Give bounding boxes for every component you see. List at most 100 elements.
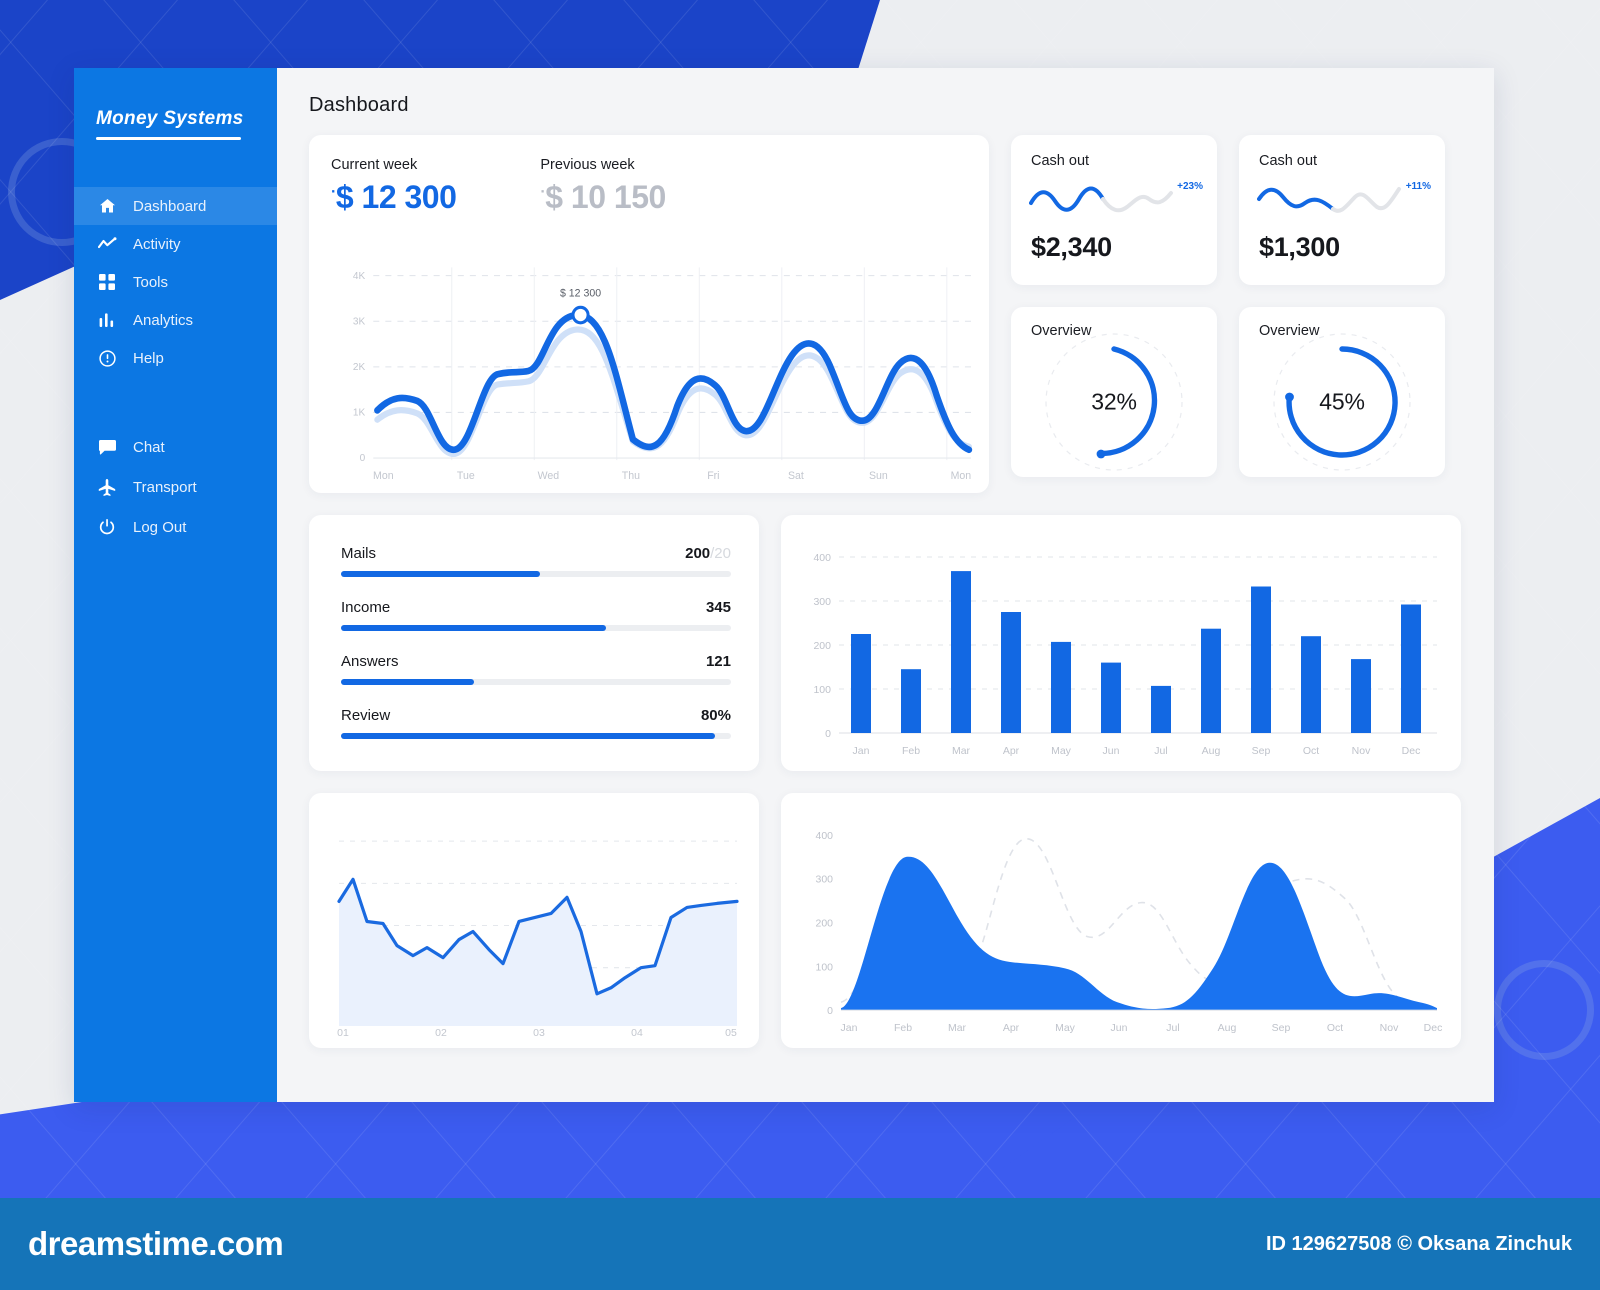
svg-text:Sun: Sun bbox=[869, 470, 888, 482]
page-title: Dashboard bbox=[309, 94, 409, 116]
sidebar-item-transport[interactable]: Transport bbox=[74, 467, 277, 507]
metrics-progress-card: Mails 200/20 Income 345 Answers 121 Revi… bbox=[309, 515, 759, 771]
svg-text:400: 400 bbox=[815, 831, 833, 842]
sidebar-item-analytics[interactable]: Analytics bbox=[74, 301, 277, 339]
svg-text:Apr: Apr bbox=[1003, 745, 1020, 757]
progress-item-mails: Mails 200/20 bbox=[341, 545, 731, 577]
svg-text:Feb: Feb bbox=[894, 1023, 912, 1034]
previous-week-label: Previous week bbox=[540, 157, 635, 173]
svg-text:Nov: Nov bbox=[1380, 1023, 1399, 1034]
svg-text:Jul: Jul bbox=[1166, 1023, 1179, 1034]
current-week-amount: ·$ 12 300 bbox=[331, 181, 457, 213]
progress-label: Income bbox=[341, 599, 391, 616]
progress-track[interactable] bbox=[341, 679, 731, 685]
brand-underline bbox=[96, 137, 241, 140]
svg-text:May: May bbox=[1051, 745, 1072, 757]
daily-jagged-line-chart: 01 02 03 04 05 bbox=[337, 840, 739, 1039]
progress-value: 200/20 bbox=[685, 545, 731, 562]
svg-text:01: 01 bbox=[337, 1027, 349, 1039]
progress-head: Review 80% bbox=[341, 707, 731, 724]
sidebar-item-logout[interactable]: Log Out bbox=[74, 507, 277, 547]
sidebar-item-label: Transport bbox=[133, 478, 197, 496]
monthly-bar-chart-card: 400 300 200 100 0 Jan Feb Mar Apr May Ju… bbox=[781, 515, 1461, 771]
svg-text:Oct: Oct bbox=[1327, 1023, 1343, 1034]
progress-label: Mails bbox=[341, 545, 377, 562]
svg-text:Jan: Jan bbox=[853, 745, 870, 757]
dashboard-row-middle: Mails 200/20 Income 345 Answers 121 Revi… bbox=[309, 515, 1464, 771]
progress-track[interactable] bbox=[341, 625, 731, 631]
progress-fill bbox=[341, 571, 540, 577]
sidebar-item-dashboard[interactable]: Dashboard bbox=[74, 187, 277, 225]
previous-week-amount: ·$ 10 150 bbox=[540, 179, 666, 215]
svg-text:Sep: Sep bbox=[1252, 745, 1271, 757]
progress-label: Review bbox=[341, 707, 391, 724]
svg-text:Wed: Wed bbox=[538, 470, 560, 482]
grid-squares-icon bbox=[96, 272, 118, 292]
dreamstime-logo: dreamstime.com bbox=[28, 1225, 284, 1262]
svg-text:300: 300 bbox=[813, 596, 831, 608]
svg-text:Oct: Oct bbox=[1303, 745, 1319, 757]
svg-text:Jun: Jun bbox=[1103, 745, 1120, 757]
monthly-bar-chart: 400300 2001000 Jan Feb Mar Apr May Jun J… bbox=[813, 552, 1437, 757]
svg-text:400: 400 bbox=[813, 552, 831, 564]
progress-track[interactable] bbox=[341, 571, 731, 577]
progress-fill bbox=[341, 679, 474, 685]
progress-value: 80% bbox=[700, 707, 731, 724]
svg-text:Jan: Jan bbox=[841, 1023, 858, 1034]
cash-out-title: Cash out bbox=[1259, 153, 1318, 169]
cash-out-amount-1: $2,340 bbox=[1031, 232, 1112, 262]
sidebar-nav-primary: Dashboard Activity Tools Analytics Help bbox=[74, 187, 277, 377]
chart-tooltip-label: $ 12 300 bbox=[560, 287, 601, 299]
svg-text:200: 200 bbox=[815, 919, 833, 930]
bar-chart-icon bbox=[96, 310, 118, 330]
sidebar-item-chat[interactable]: Chat bbox=[74, 427, 277, 467]
sidebar-item-activity[interactable]: Activity bbox=[74, 225, 277, 263]
brand-title: Money Systems bbox=[96, 108, 244, 129]
monthly-area-chart-card: 400 300 200 100 0 Jan Feb Mar Apr May Jun Jul Au… bbox=[781, 793, 1461, 1048]
previous-week-value: $ 10 150 bbox=[545, 179, 666, 215]
progress-track[interactable] bbox=[341, 733, 731, 739]
cash-out-title: Cash out bbox=[1031, 153, 1090, 169]
svg-text:2K: 2K bbox=[353, 362, 365, 373]
svg-text:Feb: Feb bbox=[902, 745, 920, 757]
progress-head: Answers 121 bbox=[341, 653, 731, 670]
svg-text:03: 03 bbox=[533, 1027, 545, 1039]
svg-text:Aug: Aug bbox=[1218, 1023, 1237, 1034]
svg-text:Dec: Dec bbox=[1424, 1023, 1443, 1034]
svg-text:0: 0 bbox=[360, 453, 366, 464]
progress-value-main: 200 bbox=[685, 545, 711, 562]
svg-text:100: 100 bbox=[815, 962, 833, 973]
info-circle-icon bbox=[96, 348, 118, 368]
cash-out-amount-2: $1,300 bbox=[1259, 232, 1340, 262]
svg-text:Tue: Tue bbox=[457, 470, 475, 482]
svg-text:Jun: Jun bbox=[1111, 1023, 1128, 1034]
svg-text:Mar: Mar bbox=[948, 1023, 967, 1034]
svg-text:0: 0 bbox=[827, 1006, 833, 1017]
svg-text:05: 05 bbox=[725, 1027, 737, 1039]
svg-text:1K: 1K bbox=[353, 407, 365, 418]
cash-out-sparkline-2 bbox=[1257, 187, 1401, 213]
sidebar-item-label: Analytics bbox=[133, 311, 194, 329]
row-spacer bbox=[309, 493, 1464, 515]
svg-text:Thu: Thu bbox=[622, 470, 640, 482]
svg-text:200: 200 bbox=[813, 640, 831, 652]
svg-text:Aug: Aug bbox=[1202, 745, 1221, 757]
progress-head: Mails 200/20 bbox=[341, 545, 731, 562]
progress-label: Answers bbox=[341, 653, 399, 670]
cash-out-card-2: Cash out +11% $1,300 bbox=[1239, 135, 1445, 285]
cash-out-change-1: +23% bbox=[1177, 181, 1203, 192]
svg-text:Mar: Mar bbox=[952, 745, 971, 757]
svg-text:Fri: Fri bbox=[707, 470, 719, 482]
overview-card-2: Overview 45% bbox=[1239, 307, 1445, 477]
svg-text:04: 04 bbox=[631, 1027, 643, 1039]
progress-head: Income 345 bbox=[341, 599, 731, 616]
activity-line-icon bbox=[96, 234, 118, 254]
overview-percent-1: 32% bbox=[1091, 388, 1137, 415]
sidebar-item-tools[interactable]: Tools bbox=[74, 263, 277, 301]
sidebar-item-help[interactable]: Help bbox=[74, 339, 277, 377]
image-credit: ID 129627508 © Oksana Zinchuk bbox=[1265, 1232, 1572, 1255]
sidebar-item-label: Activity bbox=[133, 235, 181, 253]
sidebar-item-label: Help bbox=[133, 349, 164, 367]
app-window: Money Systems Dashboard Activity Tools A… bbox=[74, 68, 1494, 1102]
cash-out-sparkline-1 bbox=[1029, 186, 1173, 213]
